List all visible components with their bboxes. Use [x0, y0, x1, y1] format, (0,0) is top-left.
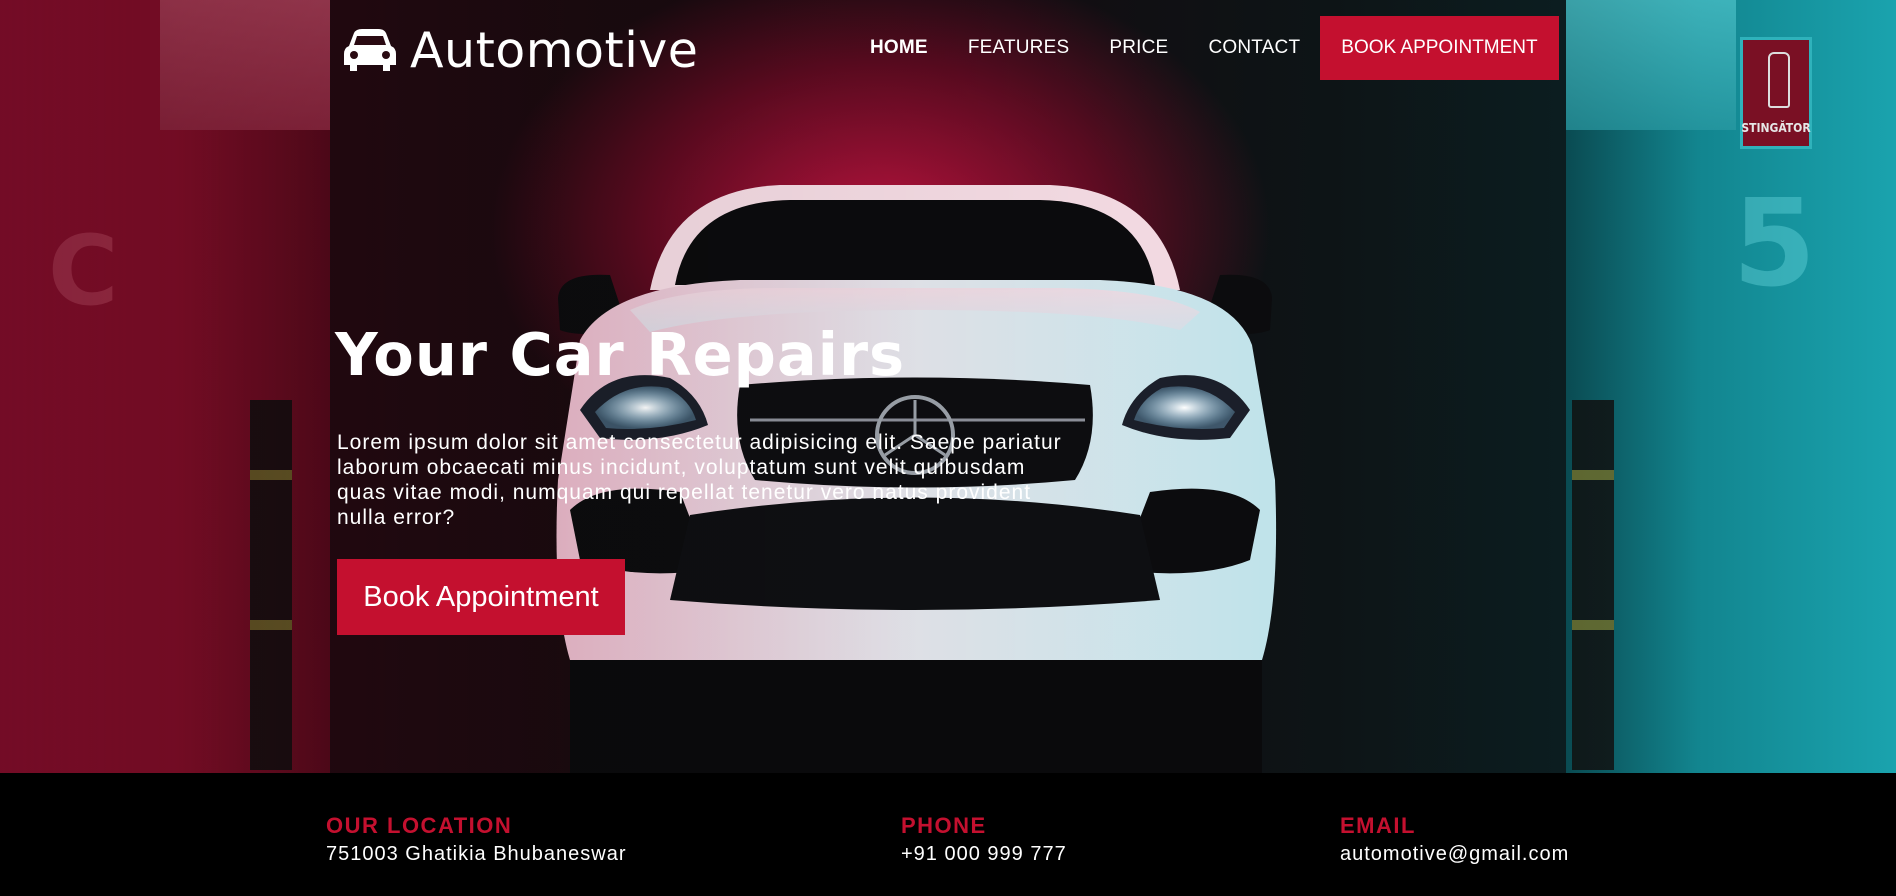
location-value: 751003 Ghatikia Bhubaneswar: [326, 843, 627, 865]
pillar-left-number: C: [48, 215, 119, 327]
page: C 5 STINGĂTOR Automotive HOME FEATURES P…: [0, 0, 1896, 896]
brand-name: Automotive: [410, 22, 699, 79]
main-nav: HOME FEATURES PRICE CONTACT BOOK APPOINT…: [870, 16, 1559, 80]
hazard-stripes-left: [250, 400, 292, 770]
nav-link-home[interactable]: HOME: [870, 17, 928, 79]
pillar-right-number: 5: [1732, 175, 1817, 314]
email-title: EMAIL: [1340, 813, 1416, 838]
email-value[interactable]: automotive@gmail.com: [1340, 843, 1569, 866]
hazard-stripes-right: [1572, 400, 1614, 770]
nav-book-appointment-button[interactable]: BOOK APPOINTMENT: [1320, 16, 1559, 80]
email-info: EMAIL automotive@gmail.com: [1340, 813, 1569, 866]
contact-info-bar: OUR LOCATION 751003 Ghatikia Bhubaneswar…: [0, 773, 1896, 896]
phone-value[interactable]: +91 000 999 777: [901, 843, 1067, 866]
nav-link-features[interactable]: FEATURES: [968, 17, 1070, 79]
phone-title: PHONE: [901, 813, 987, 838]
hero-title: Your Car Repairs: [335, 320, 906, 389]
hero-description: Lorem ipsum dolor sit amet consectetur a…: [337, 431, 1062, 529]
background-pillar-left-cap: [160, 0, 330, 130]
phone-info: PHONE +91 000 999 777: [901, 813, 1067, 866]
nav-link-price[interactable]: PRICE: [1109, 17, 1168, 79]
car-icon: [344, 28, 396, 71]
fire-extinguisher-sign-label: STINGĂTOR: [1741, 121, 1811, 135]
hero-section: C 5 STINGĂTOR Automotive HOME FEATURES P…: [0, 0, 1896, 773]
book-appointment-button[interactable]: Book Appointment: [337, 559, 625, 635]
brand-logo[interactable]: Automotive: [344, 22, 698, 79]
background-pillar-right-cap: [1566, 0, 1736, 130]
nav-link-contact[interactable]: CONTACT: [1208, 17, 1300, 79]
location-info: OUR LOCATION 751003 Ghatikia Bhubaneswar: [326, 813, 627, 866]
location-title: OUR LOCATION: [326, 813, 513, 838]
